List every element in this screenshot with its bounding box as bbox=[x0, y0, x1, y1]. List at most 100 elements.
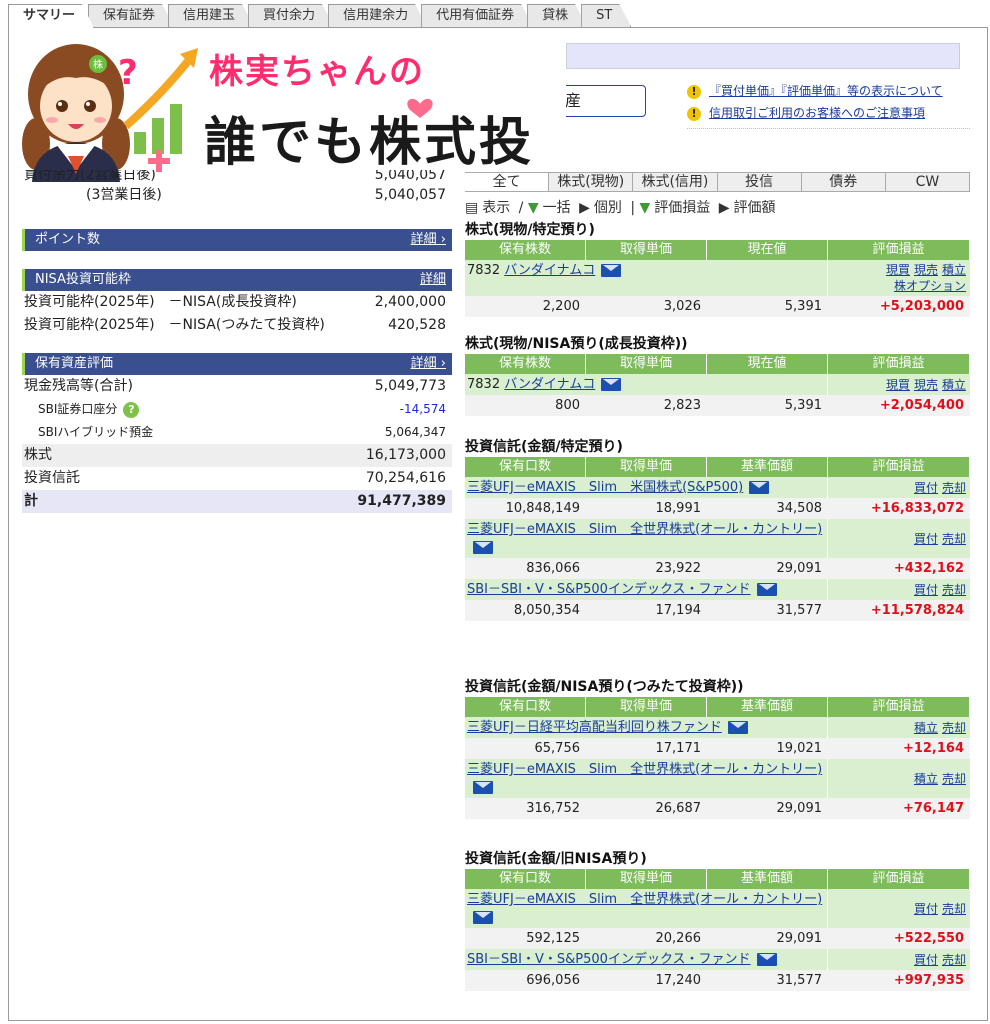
holding-name-link[interactable]: バンダイナムコ bbox=[504, 377, 595, 392]
tab-margin-power[interactable]: 信用建余力 bbox=[328, 4, 427, 27]
action-link[interactable]: 積立 bbox=[942, 378, 966, 392]
action-link[interactable]: 積立 bbox=[914, 772, 938, 786]
tab-collateral[interactable]: 代用有価証券 bbox=[421, 4, 533, 27]
column-header: 保有株数 bbox=[465, 354, 586, 374]
buy-power-3day-value: 5,040,057 bbox=[374, 187, 446, 203]
holding-name-link[interactable]: 三菱UFJ－eMAXIS Slim 全世界株式(オール・カントリー) bbox=[467, 762, 822, 777]
tab-stock-cash[interactable]: 株式(現物) bbox=[549, 173, 634, 191]
tab-buying-power[interactable]: 買付余力 bbox=[248, 4, 334, 27]
action-link[interactable]: 売却 bbox=[942, 772, 966, 786]
mail-icon[interactable] bbox=[749, 481, 770, 494]
points-detail-link[interactable]: 詳細 › bbox=[411, 229, 446, 251]
action-link[interactable]: 積立 bbox=[942, 263, 966, 277]
action-link[interactable]: 買付 bbox=[914, 953, 938, 967]
holding-name-cell: 三菱UFJ－eMAXIS Slim 全世界株式(オール・カントリー) bbox=[465, 759, 828, 798]
holding-name-link[interactable]: 三菱UFJ－eMAXIS Slim 米国株式(S&P500) bbox=[467, 480, 743, 495]
tab-stock-lending[interactable]: 貸株 bbox=[527, 4, 587, 27]
action-link[interactable]: 買付 bbox=[914, 481, 938, 495]
action-link[interactable]: 株オプション bbox=[894, 279, 966, 293]
mail-icon[interactable] bbox=[727, 721, 748, 734]
notice-price-display[interactable]: ! 『買付単価』『評価単価』等の表示について bbox=[687, 82, 943, 99]
notice-link-1[interactable]: 『買付単価』『評価単価』等の表示について bbox=[709, 84, 943, 98]
column-header: 保有口数 bbox=[465, 457, 586, 477]
divider bbox=[687, 128, 970, 129]
nisa-growth-label: 投資可能枠(2025年) －NISA(成長投資枠) bbox=[24, 294, 297, 310]
holding-actions: 買付 売却 bbox=[828, 949, 970, 970]
holding-name-link[interactable]: 三菱UFJ－eMAXIS Slim 全世界株式(オール・カントリー) bbox=[467, 522, 822, 537]
holding-actions: 買付 売却 bbox=[828, 579, 970, 600]
notice-margin[interactable]: ! 信用取引ご利用のお客様へのご注意事項 bbox=[687, 104, 925, 121]
cost-value: 17,171 bbox=[655, 741, 702, 756]
holding-row: 三菱UFJ－eMAXIS Slim 全世界株式(オール・カントリー) 買付 売却 bbox=[465, 519, 970, 558]
help-icon[interactable]: ? bbox=[123, 402, 140, 418]
quantity-value: 800 bbox=[555, 398, 580, 413]
holding-name-link[interactable]: SBI－SBI・V・S&P500インデックス・ファンド bbox=[467, 582, 751, 597]
holding-name-link[interactable]: SBI－SBI・V・S&P500インデックス・ファンド bbox=[467, 952, 751, 967]
pl-value: +11,578,824 bbox=[870, 603, 964, 618]
expand-all-button[interactable]: 一括 bbox=[543, 200, 571, 216]
column-headers: 保有株数 取得単価 現在値 評価損益 bbox=[465, 240, 970, 260]
mail-icon[interactable] bbox=[601, 378, 622, 391]
action-link[interactable]: 買付 bbox=[914, 583, 938, 597]
cash-row: 現金残高等(合計) 5,049,773 bbox=[22, 375, 452, 398]
action-link[interactable]: 買付 bbox=[914, 532, 938, 546]
asset-button[interactable]: 産 bbox=[560, 85, 646, 117]
action-link[interactable]: 積立 bbox=[914, 721, 938, 735]
notice-link-2[interactable]: 信用取引ご利用のお客様へのご注意事項 bbox=[709, 106, 925, 120]
cost-value: 2,823 bbox=[663, 398, 701, 413]
nisa-growth-row: 投資可能枠(2025年) －NISA(成長投資枠) 2,400,000 bbox=[22, 291, 452, 314]
action-link[interactable]: 売却 bbox=[942, 532, 966, 546]
action-link[interactable]: 現売 bbox=[914, 263, 938, 277]
price-value: 31,577 bbox=[776, 973, 823, 988]
show-amount-button[interactable]: 評価額 bbox=[734, 200, 776, 216]
nisa-detail-link[interactable]: 詳細 bbox=[420, 269, 446, 291]
triangle-down-icon: ▼ bbox=[639, 200, 651, 216]
show-pl-button[interactable]: 評価損益 bbox=[654, 200, 710, 216]
column-header: 取得単価 bbox=[586, 697, 707, 717]
tab-margin-positions[interactable]: 信用建玉 bbox=[168, 4, 254, 27]
mail-icon[interactable] bbox=[601, 264, 622, 277]
tab-all[interactable]: 全て bbox=[465, 173, 550, 191]
warning-icon: ! bbox=[687, 107, 701, 121]
action-link[interactable]: 現売 bbox=[914, 378, 938, 392]
quantity-value: 65,756 bbox=[534, 741, 581, 756]
mail-icon[interactable] bbox=[473, 911, 493, 924]
action-link[interactable]: 売却 bbox=[942, 902, 966, 916]
column-header: 現在値 bbox=[707, 354, 828, 374]
action-link[interactable]: 現買 bbox=[886, 263, 910, 277]
mail-icon[interactable] bbox=[756, 953, 777, 966]
mail-icon[interactable] bbox=[473, 781, 493, 794]
tab-summary[interactable]: サマリー bbox=[8, 4, 94, 28]
tab-funds[interactable]: 投信 bbox=[718, 173, 802, 191]
svg-text:?: ? bbox=[118, 53, 138, 93]
holding-name-link[interactable]: 三菱UFJ－eMAXIS Slim 全世界株式(オール・カントリー) bbox=[467, 892, 822, 907]
tab-bonds[interactable]: 債券 bbox=[802, 173, 886, 191]
action-link[interactable]: 売却 bbox=[942, 583, 966, 597]
column-header: 現在値 bbox=[707, 240, 828, 260]
mail-icon[interactable] bbox=[473, 541, 493, 554]
action-link[interactable]: 売却 bbox=[942, 481, 966, 495]
total-label: 計 bbox=[24, 493, 38, 509]
holding-values: 316,752 26,687 29,091 +76,147 bbox=[465, 798, 970, 819]
cost-value: 17,240 bbox=[655, 973, 702, 988]
mail-icon[interactable] bbox=[756, 583, 777, 596]
column-headers: 保有口数 取得単価 基準価額 評価損益 bbox=[465, 457, 970, 477]
warning-icon: ! bbox=[687, 85, 701, 99]
holding-name-link[interactable]: バンダイナムコ bbox=[504, 263, 595, 278]
tab-holdings[interactable]: 保有証券 bbox=[88, 4, 174, 27]
action-link[interactable]: 現買 bbox=[886, 378, 910, 392]
holding-name-cell: 三菱UFJ－eMAXIS Slim 全世界株式(オール・カントリー) bbox=[465, 519, 828, 558]
action-link[interactable]: 売却 bbox=[942, 721, 966, 735]
column-header: 評価損益 bbox=[828, 457, 970, 477]
action-link[interactable]: 買付 bbox=[914, 902, 938, 916]
holding-row: 7832 バンダイナムコ 現買 現売 積立 bbox=[465, 374, 970, 395]
asset-detail-link[interactable]: 詳細 › bbox=[411, 353, 446, 375]
tab-stock-margin[interactable]: 株式(信用) bbox=[633, 173, 718, 191]
tab-cw[interactable]: CW bbox=[886, 173, 971, 191]
tab-st[interactable]: ST bbox=[581, 4, 631, 27]
holding-section: 投資信託(金額/特定預り) 保有口数 取得単価 基準価額 評価損益 三菱UFJ－eMAXI… bbox=[465, 437, 970, 621]
quantity-value: 696,056 bbox=[526, 973, 580, 988]
action-link[interactable]: 売却 bbox=[942, 953, 966, 967]
expand-each-button[interactable]: 個別 bbox=[594, 200, 622, 216]
holding-name-link[interactable]: 三菱UFJ－日経平均高配当利回り株ファンド bbox=[467, 720, 722, 735]
